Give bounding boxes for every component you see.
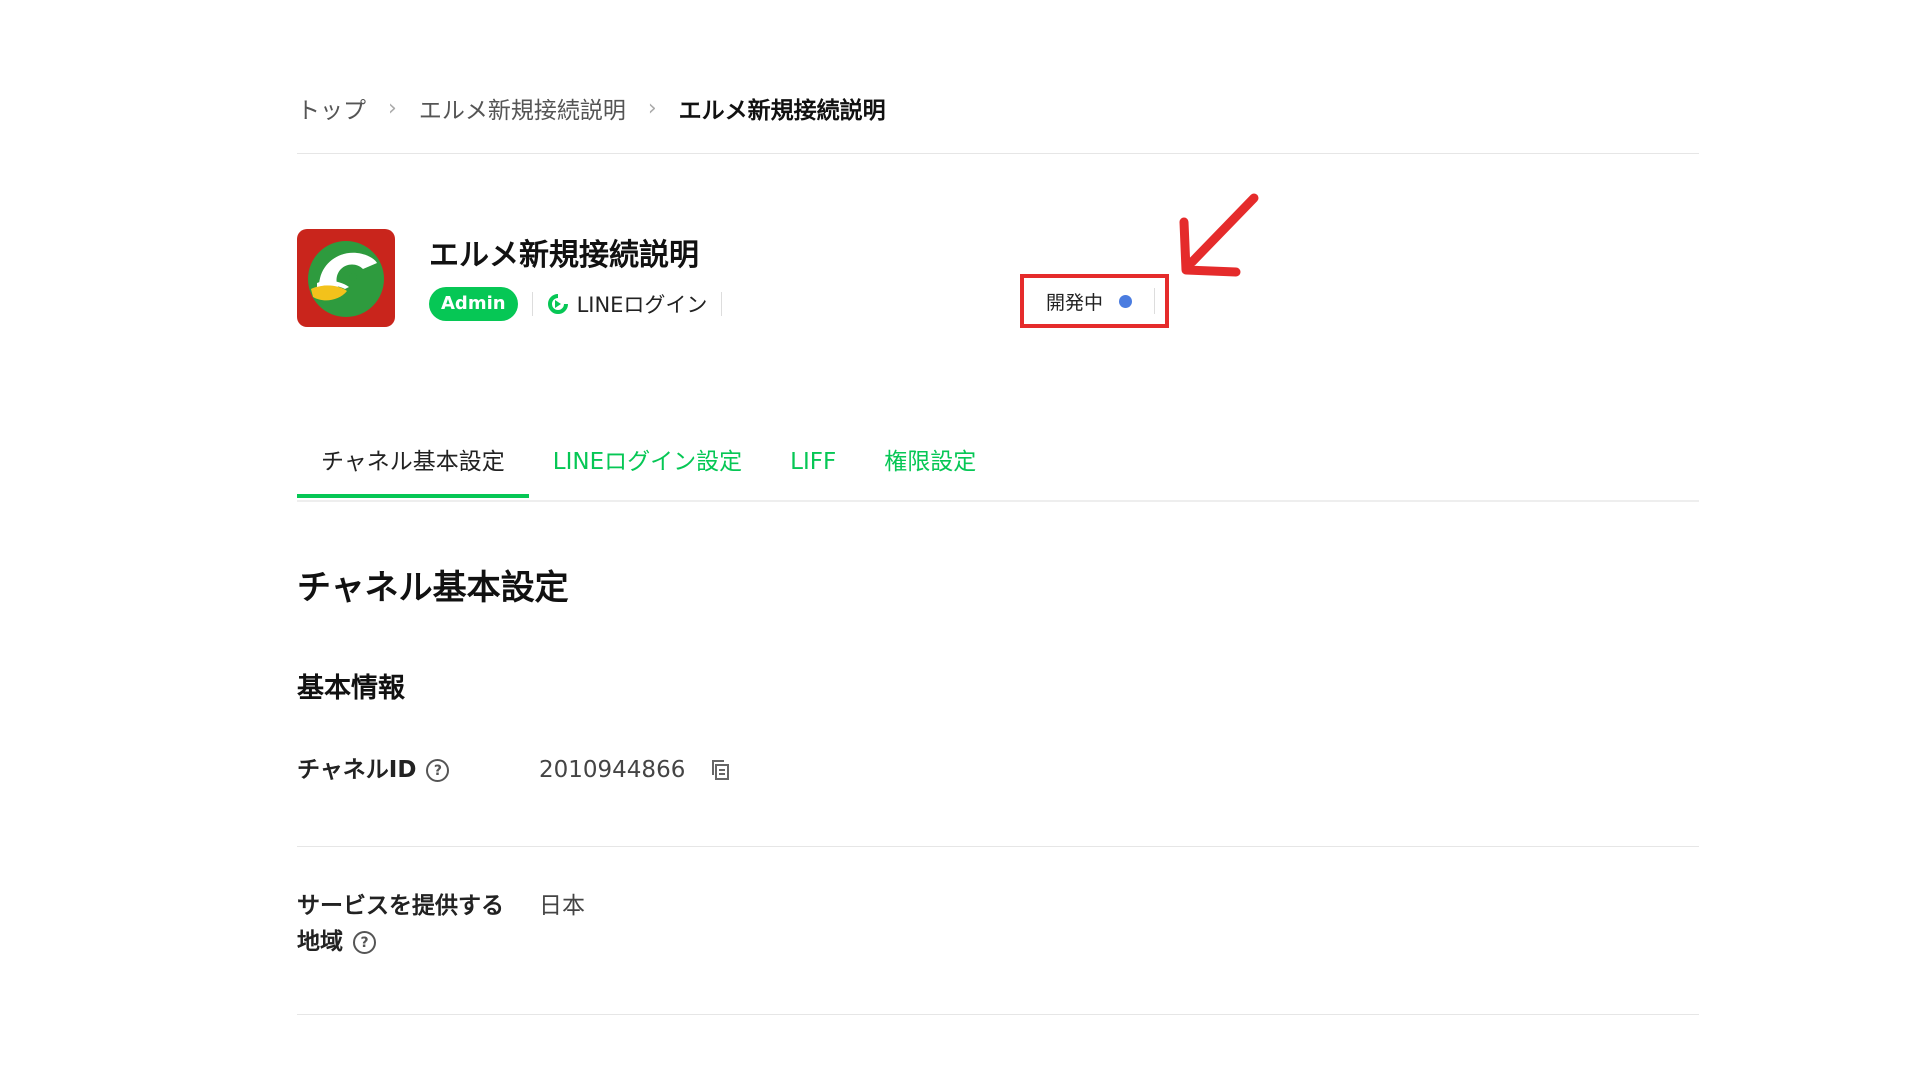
tab-liff[interactable]: LIFF: [766, 440, 860, 498]
copy-glyph: [712, 760, 730, 780]
breadcrumb-current: エルメ新規接続説明: [678, 98, 886, 124]
channel-id-label: チャネルID: [297, 757, 417, 783]
channel-id-value-row: 2010944866: [539, 752, 731, 788]
page: トップ › エルメ新規接続説明 › エルメ新規接続説明 エルメ新規接続説明 Ad…: [0, 0, 1920, 1080]
meta-separator: [721, 292, 723, 316]
subsection-title: 基本情報: [297, 673, 405, 704]
role-badge: Admin: [429, 287, 518, 321]
channel-meta-row: Admin LINEログイン: [429, 286, 736, 322]
copy-icon[interactable]: [709, 758, 731, 782]
tab-permission-settings[interactable]: 権限設定: [860, 440, 1000, 498]
channel-title: エルメ新規接続説明: [429, 238, 699, 273]
breadcrumb-item-top[interactable]: トップ: [297, 91, 366, 125]
region-label-line2: 地域: [297, 929, 343, 955]
header-divider: [297, 153, 1699, 154]
region-label-row: サービスを提供する 地域?: [297, 888, 504, 960]
help-icon[interactable]: ?: [353, 931, 376, 954]
channel-type-label: LINEログイン: [576, 293, 708, 317]
section-title: チャネル基本設定: [297, 568, 569, 608]
tab-channel-basic-settings[interactable]: チャネル基本設定: [297, 440, 529, 498]
channel-id-value: 2010944866: [539, 757, 686, 783]
breadcrumb-separator: ›: [388, 95, 397, 121]
region-value-row: 日本: [539, 888, 585, 924]
region-label-line2-row: 地域?: [297, 924, 504, 960]
status-separator: [1154, 288, 1155, 314]
breadcrumb-separator: ›: [647, 95, 657, 121]
line-login-icon: [547, 294, 568, 314]
row-divider: [297, 1014, 1699, 1015]
tab-bar: チャネル基本設定 LINEログイン設定 LIFF 権限設定: [297, 440, 1699, 502]
channel-type: LINEログイン: [547, 289, 708, 319]
parrot-logo-icon: [308, 241, 384, 317]
red-arrow-icon: [1179, 193, 1259, 277]
status-dot-icon: [1119, 294, 1133, 308]
channel-app-icon: [297, 229, 395, 327]
help-icon[interactable]: ?: [426, 759, 450, 782]
channel-id-label-row: チャネルID?: [297, 752, 450, 788]
breadcrumb-item-provider[interactable]: エルメ新規接続説明: [419, 91, 626, 125]
row-divider: [297, 846, 1699, 847]
status-label: 開発中: [1046, 291, 1104, 314]
tab-line-login-settings[interactable]: LINEログイン設定: [529, 440, 766, 498]
meta-separator: [531, 292, 533, 316]
region-label-line1: サービスを提供する: [297, 893, 504, 919]
region-value: 日本: [539, 893, 585, 919]
breadcrumb: トップ › エルメ新規接続説明 › エルメ新規接続説明: [297, 90, 886, 126]
status-badge: 開発中: [1020, 274, 1169, 328]
